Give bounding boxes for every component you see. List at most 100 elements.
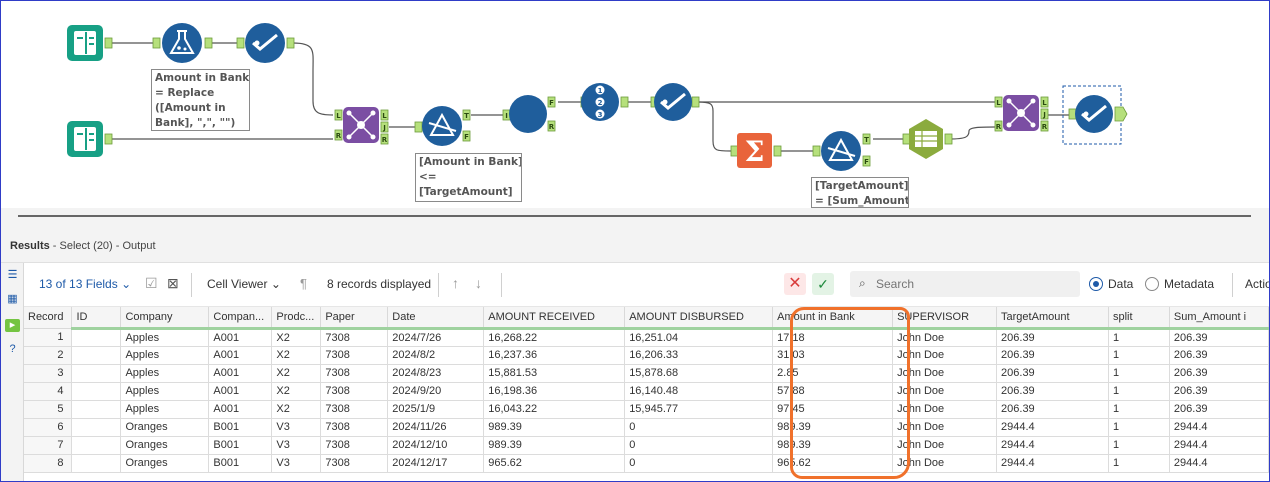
table-cell[interactable]: 7308	[320, 346, 389, 365]
table-cell[interactable]: 1	[1108, 328, 1170, 347]
table-cell[interactable]: 2944.4	[1169, 436, 1269, 455]
summarize-sigma-icon[interactable]: Σ	[737, 133, 772, 168]
table-cell[interactable]: 1	[1108, 382, 1170, 401]
table-cell[interactable]: 2024/9/20	[387, 382, 485, 401]
table-cell[interactable]: A001	[208, 346, 273, 365]
table-cell[interactable]: 97.45	[772, 400, 894, 419]
table-cell[interactable]: John Doe	[892, 454, 998, 473]
results-grid[interactable]: Record ID Company Compan... Prodc... Paper Dat…	[24, 307, 1269, 481]
table-cell[interactable]: Apples	[120, 346, 210, 365]
table-cell[interactable]: 2024/7/26	[387, 328, 485, 347]
column-header[interactable]: Date	[387, 307, 485, 330]
table-cell[interactable]: 57.88	[772, 382, 894, 401]
record-number-cell[interactable]: 1	[24, 328, 73, 347]
table-cell[interactable]: Apples	[120, 382, 210, 401]
table-cell[interactable]	[71, 400, 122, 419]
table-row[interactable]: 6 Oranges B001 V3 7308 2024/11/26 989.39 0 989.3…	[24, 418, 1269, 437]
table-row[interactable]: 8 Oranges B001 V3 7308 2024/12/17 965.62 0 965.6…	[24, 454, 1269, 473]
table-cell[interactable]	[71, 436, 122, 455]
table-cell[interactable]: 7308	[320, 364, 389, 383]
table-cell[interactable]: Apples	[120, 400, 210, 419]
table-cell[interactable]: 2944.4	[996, 418, 1109, 437]
table-cell[interactable]: B001	[208, 454, 273, 473]
table-cell[interactable]: 16,140.48	[624, 382, 774, 401]
column-header[interactable]: Sum_Amount i	[1169, 307, 1269, 330]
help-icon[interactable]: ?	[6, 343, 19, 356]
table-cell[interactable]: 16,043.22	[483, 400, 626, 419]
column-header[interactable]: Company	[120, 307, 210, 330]
table-cell[interactable]: 2024/8/2	[387, 346, 485, 365]
search-input[interactable]	[876, 275, 1071, 293]
input-book-icon[interactable]	[67, 25, 103, 61]
record-number-cell[interactable]: 5	[24, 400, 73, 419]
table-cell[interactable]: 7308	[320, 454, 389, 473]
table-cell[interactable]: 0	[624, 418, 774, 437]
table-cell[interactable]: 989.39	[483, 418, 626, 437]
table-cell[interactable]: John Doe	[892, 418, 998, 437]
data-radio[interactable]	[1089, 277, 1103, 291]
table-cell[interactable]: 7308	[320, 328, 389, 347]
table-cell[interactable]: 989.39	[772, 436, 894, 455]
join-icon[interactable]	[1003, 95, 1039, 131]
output-anchor-icon[interactable]: ▸	[5, 319, 20, 332]
table-cell[interactable]	[71, 454, 122, 473]
table-cell[interactable]: John Doe	[892, 382, 998, 401]
table-cell[interactable]: 206.39	[996, 328, 1109, 347]
table-cell[interactable]: B001	[208, 418, 273, 437]
list-icon[interactable]: ☰	[6, 269, 19, 282]
deselect-icon[interactable]: ⊠	[167, 275, 179, 292]
table-cell[interactable]: X2	[271, 400, 322, 419]
table-cell[interactable]: 16,206.33	[624, 346, 774, 365]
cell-viewer-dropdown[interactable]: Cell Viewer ⌄	[207, 277, 281, 291]
table-cell[interactable]: 2944.4	[1169, 418, 1269, 437]
table-cell[interactable]: 7308	[320, 400, 389, 419]
record-id-icon[interactable]: 1 2 3	[581, 83, 619, 121]
fields-dropdown[interactable]: 13 of 13 Fields ⌄	[39, 277, 131, 291]
search-box[interactable]: ⌕	[850, 271, 1080, 297]
record-number-cell[interactable]: 6	[24, 418, 73, 437]
input-book-icon[interactable]	[67, 121, 103, 157]
record-number-cell[interactable]: 3	[24, 364, 73, 383]
table-cell[interactable]: 206.39	[996, 400, 1109, 419]
column-header[interactable]: Prodc...	[271, 307, 322, 330]
table-cell[interactable]: 206.39	[1169, 364, 1269, 383]
table-cell[interactable]: 1	[1108, 364, 1170, 383]
select-check-icon[interactable]	[245, 23, 285, 63]
table-cell[interactable]: 1	[1108, 436, 1170, 455]
table-cell[interactable]: V3	[271, 418, 322, 437]
table-cell[interactable]: 206.39	[1169, 400, 1269, 419]
table-cell[interactable]: 1	[1108, 418, 1170, 437]
table-row[interactable]: 4 Apples A001 X2 7308 2024/9/20 16,198.36 16,14…	[24, 382, 1269, 401]
table-cell[interactable]: A001	[208, 382, 273, 401]
formula-flask-icon[interactable]	[162, 23, 202, 63]
column-header[interactable]: Record	[24, 307, 73, 329]
table-cell[interactable]: V3	[271, 436, 322, 455]
table-cell[interactable]: 15,878.68	[624, 364, 774, 383]
table-cell[interactable]: A001	[208, 328, 273, 347]
table-row[interactable]: 1 Apples A001 X2 7308 2024/7/26 16,268.22 16,25…	[24, 328, 1269, 347]
table-cell[interactable]: 2024/12/10	[387, 436, 485, 455]
table-row[interactable]: 3 Apples A001 X2 7308 2024/8/23 15,881.53 15,87…	[24, 364, 1269, 383]
arrow-up-icon[interactable]: ↑	[452, 275, 459, 291]
column-header[interactable]: AMOUNT DISBURSED	[624, 307, 774, 330]
table-row[interactable]: 2 Apples A001 X2 7308 2024/8/2 16,237.36 16,206…	[24, 346, 1269, 365]
column-header[interactable]: TargetAmount	[996, 307, 1109, 330]
apply-check-icon[interactable]: ✓	[812, 273, 834, 295]
select-check-icon[interactable]	[654, 83, 692, 121]
table-cell[interactable]: 965.62	[772, 454, 894, 473]
table-cell[interactable]: 16,268.22	[483, 328, 626, 347]
column-header[interactable]: Paper	[320, 307, 389, 330]
table-cell[interactable]: 17.18	[772, 328, 894, 347]
actions-menu[interactable]: Actio	[1245, 277, 1269, 291]
column-header[interactable]: AMOUNT RECEIVED	[483, 307, 626, 330]
filter-icon[interactable]	[821, 131, 861, 171]
pilcrow-icon[interactable]: ¶	[300, 276, 307, 291]
table-cell[interactable]: 2024/12/17	[387, 454, 485, 473]
table-cell[interactable]: A001	[208, 364, 273, 383]
table-cell[interactable]: John Doe	[892, 436, 998, 455]
formula-circle-icon[interactable]	[509, 95, 547, 133]
table-cell[interactable]: 206.39	[996, 382, 1109, 401]
table-cell[interactable]: 206.39	[996, 346, 1109, 365]
record-number-cell[interactable]: 7	[24, 436, 73, 455]
table-cell[interactable]: 989.39	[772, 418, 894, 437]
